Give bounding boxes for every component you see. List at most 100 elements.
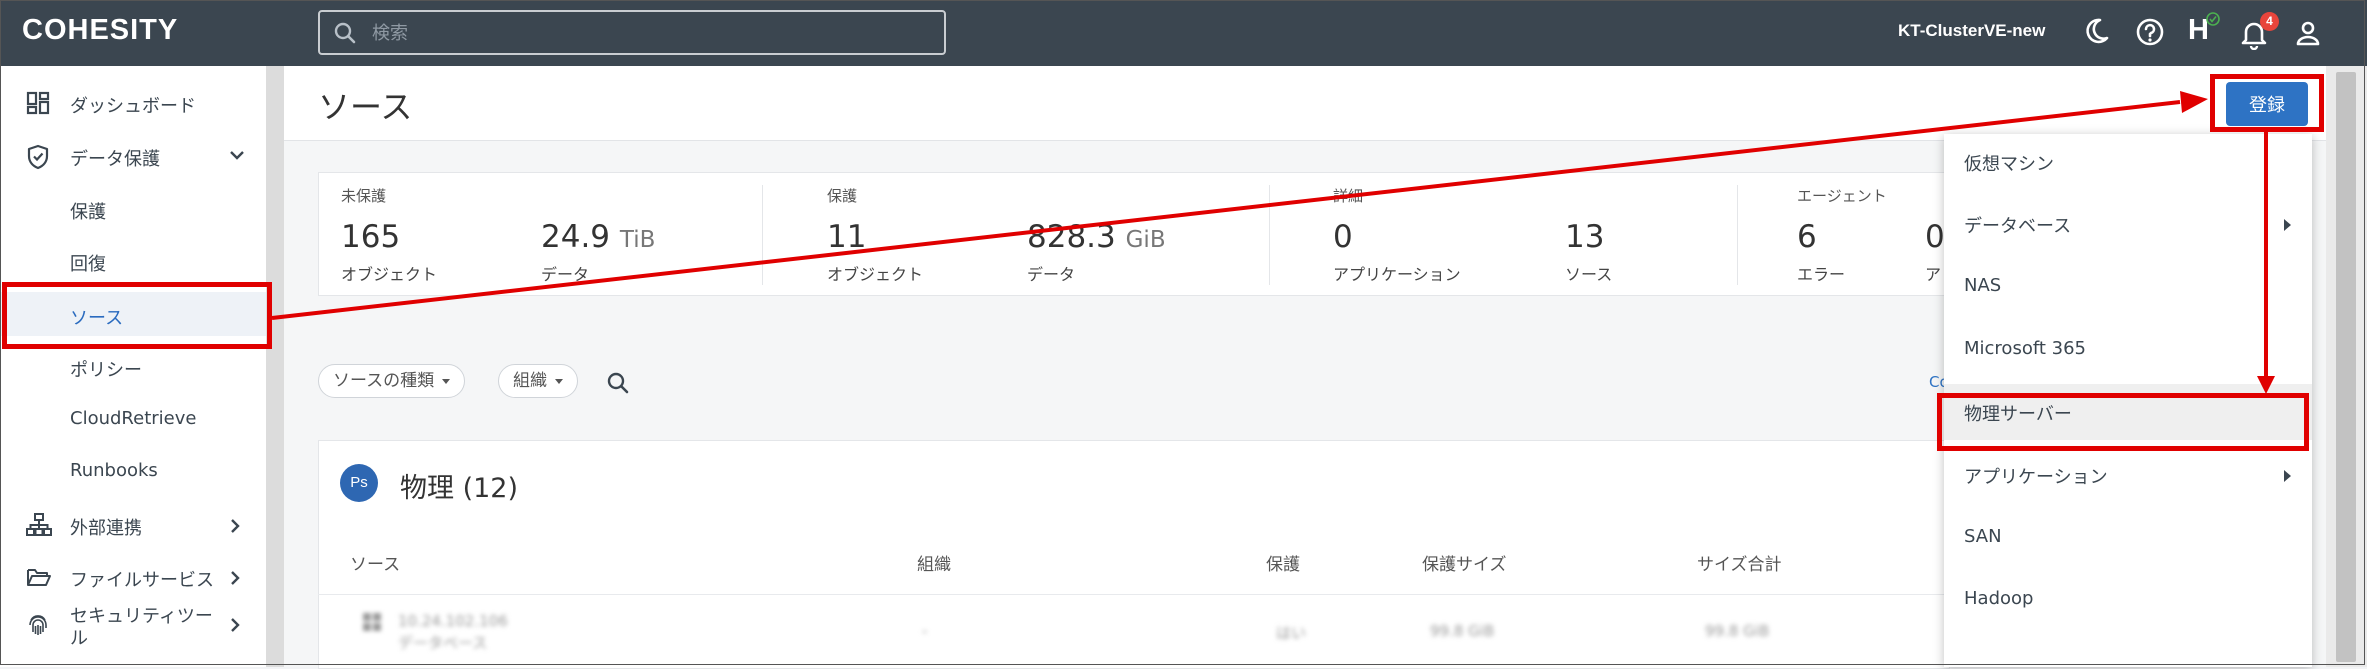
sidebar-item-protection[interactable]: 保護 xyxy=(0,186,266,230)
sidebar-item-label: 外部連携 xyxy=(70,518,142,539)
submenu-arrow-icon xyxy=(2284,470,2291,482)
menu-item-san[interactable]: SAN xyxy=(1944,510,2312,566)
sidebar-item-label: Runbooks xyxy=(70,460,158,481)
sidebar-item-label: ダッシュボード xyxy=(70,96,196,117)
caret-down-icon xyxy=(555,378,563,384)
menu-item-database[interactable]: データベース xyxy=(1944,196,2312,252)
stat-value: 165 xyxy=(341,219,401,255)
column-header-total-size[interactable]: サイズ合計 xyxy=(1697,550,1782,575)
page-scrollbar[interactable] xyxy=(2326,66,2367,667)
sidebar-item-cloudretrieve[interactable]: CloudRetrieve xyxy=(0,396,266,440)
submenu-arrow-icon xyxy=(2284,219,2291,231)
user-profile-icon[interactable] xyxy=(2294,19,2322,47)
sidebar-item-policies[interactable]: ポリシー xyxy=(0,344,266,388)
menu-item-label: NAS xyxy=(1964,275,2002,296)
source-organization: - xyxy=(922,622,928,640)
stat-group-label: エージェント xyxy=(1797,187,1887,205)
menu-item-label: SAN xyxy=(1964,526,2002,547)
stat-label: ソース xyxy=(1565,265,1613,284)
connected-check-icon xyxy=(2206,12,2220,26)
stat-unit: GiB xyxy=(1125,227,1166,253)
source-name: 10.24.102.106 xyxy=(398,612,508,630)
column-header-protected-size[interactable]: 保護サイズ xyxy=(1422,550,1507,575)
filter-search-icon[interactable] xyxy=(606,371,630,395)
menu-item-microsoft-365[interactable]: Microsoft 365 xyxy=(1944,322,2312,378)
stat-label: データ xyxy=(541,265,590,284)
sidebar-item-label: ポリシー xyxy=(70,360,142,381)
stat-group-label: 保護 xyxy=(827,187,858,205)
page-title: ソース xyxy=(318,88,413,126)
sidebar-item-dashboard[interactable]: ダッシュボード xyxy=(0,80,266,124)
scrollbar-thumb[interactable] xyxy=(2336,72,2356,662)
stat-label: アプリケーション xyxy=(1333,265,1461,284)
sidebar-item-data-protection[interactable]: データ保護 xyxy=(0,133,266,177)
fingerprint-icon xyxy=(29,615,47,635)
stat-value: 6 xyxy=(1797,219,1817,255)
sidebar-item-label: 回復 xyxy=(70,254,106,275)
menu-item-nas[interactable]: NAS xyxy=(1944,259,2312,315)
cohesity-logo[interactable]: COHESITY xyxy=(22,14,178,47)
menu-item-label: 物理サーバー xyxy=(1964,404,2072,425)
search-input[interactable] xyxy=(370,18,934,48)
stat-number: 828.3 xyxy=(1027,219,1116,255)
stat-value: 13 xyxy=(1565,219,1605,255)
stat-divider xyxy=(1269,185,1270,285)
sidebar-item-integrations[interactable]: 外部連携 xyxy=(0,502,266,546)
menu-item-label: 仮想マシン xyxy=(1964,154,2054,175)
stat-label: オブジェクト xyxy=(827,265,924,284)
card-title: 物理 (12) xyxy=(400,473,519,504)
source-type: データベース xyxy=(398,634,488,652)
column-header-organization[interactable]: 組織 xyxy=(917,550,951,575)
chevron-right-icon xyxy=(231,571,240,585)
top-bar: COHESITY KT-ClusterVE-new H 4 xyxy=(0,0,2367,66)
sidebar-item-label: ファイルサービス xyxy=(70,570,214,591)
sidebar-item-recovery[interactable]: 回復 xyxy=(0,238,266,282)
filter-label: 組織 xyxy=(513,371,547,391)
column-header-protection[interactable]: 保護 xyxy=(1266,550,1300,575)
chevron-right-icon xyxy=(231,519,240,533)
source-total-size: 99.8 GiB xyxy=(1705,622,1770,640)
global-search[interactable] xyxy=(318,10,946,55)
stat-number: 24.9 xyxy=(541,219,611,255)
stat-value: 0 xyxy=(1333,219,1353,255)
sidebar-scrollbar[interactable] xyxy=(266,66,284,667)
menu-item-virtual-machine[interactable]: 仮想マシン xyxy=(1944,134,2312,190)
help-icon[interactable] xyxy=(2134,16,2166,48)
menu-item-label: データベース xyxy=(1964,216,2072,237)
sidebar-item-security-tools[interactable]: セキュリティツール xyxy=(0,604,266,664)
sidebar-item-file-services[interactable]: ファイルサービス xyxy=(0,554,266,598)
windows-os-icon xyxy=(363,613,381,631)
column-header-source[interactable]: ソース xyxy=(350,550,400,575)
stat-label: エラー xyxy=(1797,265,1846,284)
sidebar-item-runbooks[interactable]: Runbooks xyxy=(0,448,266,492)
cluster-selector[interactable]: KT-ClusterVE-new xyxy=(1898,21,2045,41)
stat-label: オブジェクト xyxy=(341,265,438,284)
source-protected: はい xyxy=(1276,624,1307,642)
menu-item-application[interactable]: アプリケーション xyxy=(1944,447,2312,503)
stat-unit: TiB xyxy=(619,227,656,253)
filter-label: ソースの種類 xyxy=(333,371,435,391)
organization-filter[interactable]: 組織 xyxy=(498,364,578,398)
stat-value: 24.9 TiB xyxy=(541,219,655,255)
stat-group-label: 未保護 xyxy=(341,187,387,205)
folder-open-icon xyxy=(27,569,51,586)
sidebar-item-label: CloudRetrieve xyxy=(70,408,197,429)
sidebar-item-sources[interactable]: ソース xyxy=(0,292,266,336)
stat-label: ア xyxy=(1925,265,1942,284)
stats-summary-panel: 未保護 165 オブジェクト 24.9 TiB データ 保護 11 オブジェクト… xyxy=(318,172,1950,296)
caret-down-icon xyxy=(442,378,451,384)
chevron-right-icon xyxy=(231,618,240,632)
source-type-filter[interactable]: ソースの種類 xyxy=(318,364,466,398)
sidebar-item-label: 保護 xyxy=(70,202,106,223)
dark-mode-moon-icon[interactable] xyxy=(2083,16,2111,46)
menu-item-label: Microsoft 365 xyxy=(1964,338,2086,359)
org-hierarchy-icon xyxy=(26,513,52,536)
sidebar-item-label: セキュリティツール xyxy=(70,606,213,649)
menu-item-hadoop[interactable]: Hadoop xyxy=(1944,572,2312,628)
menu-item-label: アプリケーション xyxy=(1964,467,2108,488)
source-protected-size: 99.8 GiB xyxy=(1430,622,1495,640)
register-button[interactable]: 登録 xyxy=(2226,82,2308,126)
register-dropdown-menu: 仮想マシン データベース NAS Microsoft 365 物理サーバー アプ… xyxy=(1944,134,2312,667)
menu-item-physical-server[interactable]: 物理サーバー xyxy=(1944,384,2312,440)
shield-check-icon xyxy=(27,144,49,170)
